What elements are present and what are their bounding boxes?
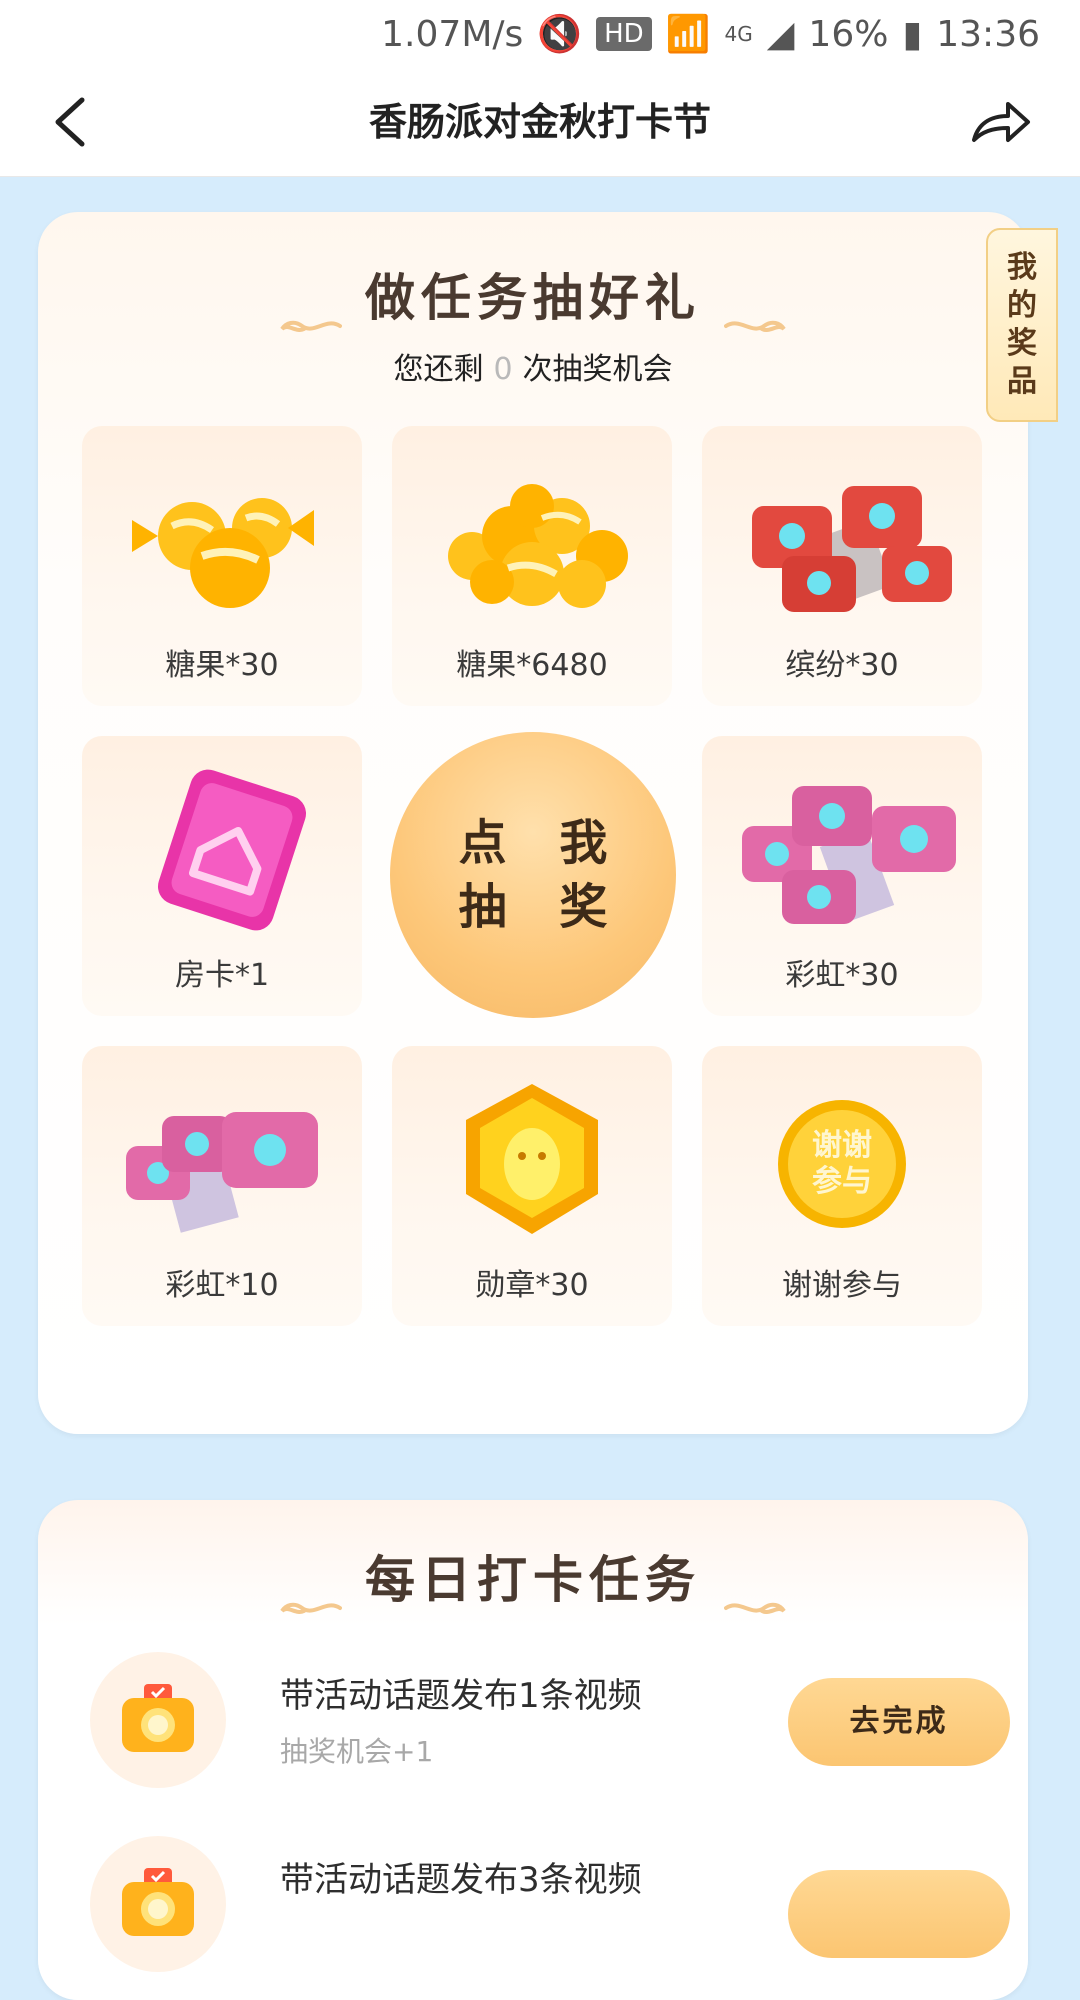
wifi-icon: 📶 [665, 14, 711, 55]
coin-text-line-1: 谢谢 [812, 1128, 872, 1163]
draw-button-line-1: 点 我 [458, 815, 626, 871]
swirl-ornament-right [724, 291, 787, 332]
prize-tile: 彩虹*10 [82, 1046, 362, 1326]
coin-text-line-2: 参与 [812, 1164, 872, 1199]
task-icon [90, 1836, 226, 1972]
my-prizes-char: 的 [1007, 288, 1037, 323]
complete-task-button[interactable]: 去完成 [788, 1678, 1010, 1766]
swirl-ornament-left [279, 291, 342, 332]
prize-label: 糖果*30 [165, 648, 279, 683]
camera-icon [122, 1684, 194, 1752]
lottery-card: 做任务抽好礼 您还剩 0 次抽奖机会 糖果*30 糖果*6480 缤纷*30 房… [38, 212, 1028, 1434]
task-reward: 抽奖机会+1 [280, 1735, 434, 1768]
red-chip-icon [752, 486, 952, 612]
candy-icon [132, 498, 314, 608]
medal-icon [466, 1084, 598, 1234]
prize-tile: 谢谢 参与 谢谢参与 [702, 1046, 982, 1326]
prize-label: 房卡*1 [174, 958, 270, 993]
share-arrow-icon [972, 102, 1030, 142]
prize-tile: 房卡*1 [82, 736, 362, 1016]
task-row: 带活动话题发布1条视频 抽奖机会+1 去完成 [90, 1652, 1010, 1792]
page-title: 香肠派对金秋打卡节 [368, 100, 711, 144]
prize-tile: 糖果*30 [82, 426, 362, 706]
daily-tasks-card: 每日打卡任务 带活动话题发布1条视频 抽奖机会+1 去完成 带活动话题发布3条视… [38, 1500, 1028, 2000]
prize-label: 勋章*30 [475, 1268, 589, 1303]
lottery-heading-text: 做任务抽好礼 [365, 269, 701, 327]
share-button[interactable] [970, 98, 1032, 146]
chances-count: 0 [493, 352, 513, 387]
room-card-icon [157, 769, 307, 931]
prize-tile: 缤纷*30 [702, 426, 982, 706]
prize-tile: 糖果*6480 [392, 426, 672, 706]
my-prizes-tab[interactable]: 我 的 奖 品 [986, 228, 1058, 422]
prize-label: 彩虹*10 [165, 1268, 279, 1303]
prize-tile: 勋章*30 [392, 1046, 672, 1326]
nav-bar: 香肠派对金秋打卡节 [0, 68, 1080, 177]
complete-task-button[interactable] [788, 1870, 1010, 1958]
mute-icon: 🔇 [537, 14, 583, 55]
rainbow-chip-icon [126, 1112, 318, 1233]
signal-icon: ◢ [766, 13, 795, 55]
prize-label: 谢谢参与 [782, 1268, 902, 1303]
task-icon [90, 1652, 226, 1788]
tasks-heading: 每日打卡任务 [38, 1540, 1028, 1614]
chances-text: 您还剩 0 次抽奖机会 [38, 344, 1028, 388]
camera-icon [122, 1868, 194, 1936]
my-prizes-char: 奖 [1007, 326, 1037, 361]
tasks-heading-text: 每日打卡任务 [365, 1551, 701, 1609]
clock: 13:36 [936, 13, 1040, 55]
battery-icon: ▮ [902, 13, 923, 55]
task-row: 带活动话题发布3条视频 [90, 1836, 1010, 1976]
prize-label: 糖果*6480 [456, 648, 608, 683]
prize-label: 彩虹*30 [785, 958, 899, 993]
status-bar: 1.07M/s 🔇 HD 📶 4G ◢ 16% ▮ 13:36 [0, 0, 1080, 68]
network-speed: 1.07M/s [381, 13, 524, 55]
chances-prefix: 您还剩 [393, 352, 484, 387]
draw-lottery-button[interactable]: 点 我 抽 奖 [390, 732, 676, 1018]
task-title: 带活动话题发布1条视频 [280, 1676, 642, 1716]
chances-suffix: 次抽奖机会 [522, 352, 673, 387]
network-type: 4G [724, 22, 753, 46]
my-prizes-char: 我 [1007, 250, 1037, 285]
prize-label: 缤纷*30 [785, 648, 899, 683]
task-title: 带活动话题发布3条视频 [280, 1860, 642, 1900]
prize-tile: 彩虹*30 [702, 736, 982, 1016]
battery-level: 16% [808, 13, 889, 55]
thanks-coin-icon: 谢谢 参与 [722, 1076, 962, 1246]
swirl-ornament-right [724, 1573, 787, 1614]
draw-button-line-2: 抽 奖 [458, 879, 626, 935]
hd-badge: HD [596, 17, 652, 51]
lottery-heading: 做任务抽好礼 [38, 258, 1028, 332]
rainbow-chip-pile-icon [742, 786, 956, 924]
candy-pile-icon [448, 484, 628, 608]
swirl-ornament-left [279, 1573, 342, 1614]
my-prizes-char: 品 [1007, 364, 1037, 399]
